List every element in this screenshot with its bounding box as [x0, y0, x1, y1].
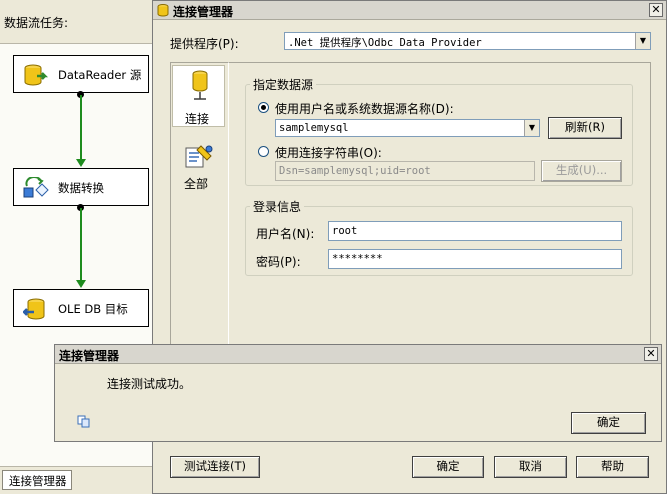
data-flow-path[interactable]: [80, 95, 82, 161]
connection-string-radio[interactable]: [258, 146, 269, 157]
password-field[interactable]: ********: [328, 249, 622, 269]
dsn-value: samplemysql: [279, 122, 349, 134]
designer-tab-strip: 连接管理器: [0, 466, 152, 494]
username-value: root: [332, 225, 358, 237]
close-button[interactable]: ✕: [644, 347, 658, 361]
dialog-title: 连接管理器: [173, 5, 234, 19]
nav-item-all[interactable]: 全部: [172, 141, 225, 199]
copy-icon[interactable]: [77, 415, 91, 428]
ok-button[interactable]: 确定: [412, 456, 484, 478]
dsn-radio-label[interactable]: 使用用户名或系统数据源名称(D):: [275, 100, 454, 117]
connection-string-radio-label[interactable]: 使用连接字符串(O):: [275, 144, 382, 161]
cancel-button[interactable]: 取消: [494, 456, 567, 478]
provider-dropdown[interactable]: .Net 提供程序\Odbc Data Provider ▼: [284, 32, 651, 50]
connection-icon: [157, 4, 169, 17]
nav-label: 全部: [184, 177, 209, 191]
message-text: 连接测试成功。: [107, 377, 192, 391]
test-connection-button[interactable]: 测试连接(T): [170, 456, 260, 478]
close-button[interactable]: ✕: [649, 3, 663, 17]
build-button[interactable]: 生成(U)...: [541, 160, 622, 182]
dsn-dropdown[interactable]: samplemysql ▼: [275, 119, 540, 137]
message-box-title: 连接管理器: [59, 349, 120, 363]
password-label: 密码(P):: [256, 255, 301, 269]
component-label: DataReader 源: [58, 68, 142, 82]
dsn-radio[interactable]: [258, 102, 269, 113]
data-source-icon: [24, 64, 49, 86]
connection-icon: [192, 70, 208, 100]
page-navigation: 连接 全部: [170, 62, 229, 345]
connection-string-value: Dsn=samplemysql;uid=root: [279, 165, 431, 177]
login-group-legend: 登录信息: [250, 198, 305, 215]
chevron-down-icon[interactable]: ▼: [635, 33, 650, 49]
provider-label: 提供程序(P):: [170, 37, 239, 51]
component-label: OLE DB 目标: [58, 302, 128, 316]
ole-db-destination-component[interactable]: OLE DB 目标: [13, 289, 149, 327]
component-label: 数据转换: [58, 181, 104, 195]
tab-connection-managers[interactable]: 连接管理器: [2, 470, 72, 490]
message-box-titlebar[interactable]: 连接管理器 ✕: [55, 345, 661, 364]
message-ok-button[interactable]: 确定: [571, 412, 646, 434]
ole-db-destination-icon: [23, 298, 45, 320]
task-header: 数据流任务:: [0, 0, 152, 44]
all-properties-icon: [185, 145, 213, 168]
help-button[interactable]: 帮助: [576, 456, 649, 478]
provider-value: .Net 提供程序\Odbc Data Provider: [288, 37, 482, 49]
test-result-message-box: 连接管理器 ✕ 连接测试成功。 确定: [54, 344, 662, 442]
datareader-source-component[interactable]: DataReader 源: [13, 55, 149, 93]
username-label: 用户名(N):: [256, 227, 315, 241]
password-value: ********: [332, 253, 383, 265]
flow-arrowhead-icon: [76, 280, 86, 288]
nav-label: 连接: [185, 112, 210, 126]
connection-string-field[interactable]: Dsn=samplemysql;uid=root: [275, 161, 535, 181]
nav-item-connection[interactable]: 连接: [172, 65, 225, 127]
flow-arrowhead-icon: [76, 159, 86, 167]
dialog-titlebar[interactable]: 连接管理器 ✕: [153, 1, 666, 20]
datasource-group-legend: 指定数据源: [250, 76, 317, 93]
username-field[interactable]: root: [328, 221, 622, 241]
data-conversion-icon: [23, 177, 49, 198]
refresh-button[interactable]: 刷新(R): [548, 117, 622, 139]
chevron-down-icon[interactable]: ▼: [524, 120, 539, 136]
data-flow-task-label: 数据流任务:: [4, 16, 69, 30]
data-conversion-component[interactable]: 数据转换: [13, 168, 149, 206]
data-flow-path[interactable]: [80, 208, 82, 282]
